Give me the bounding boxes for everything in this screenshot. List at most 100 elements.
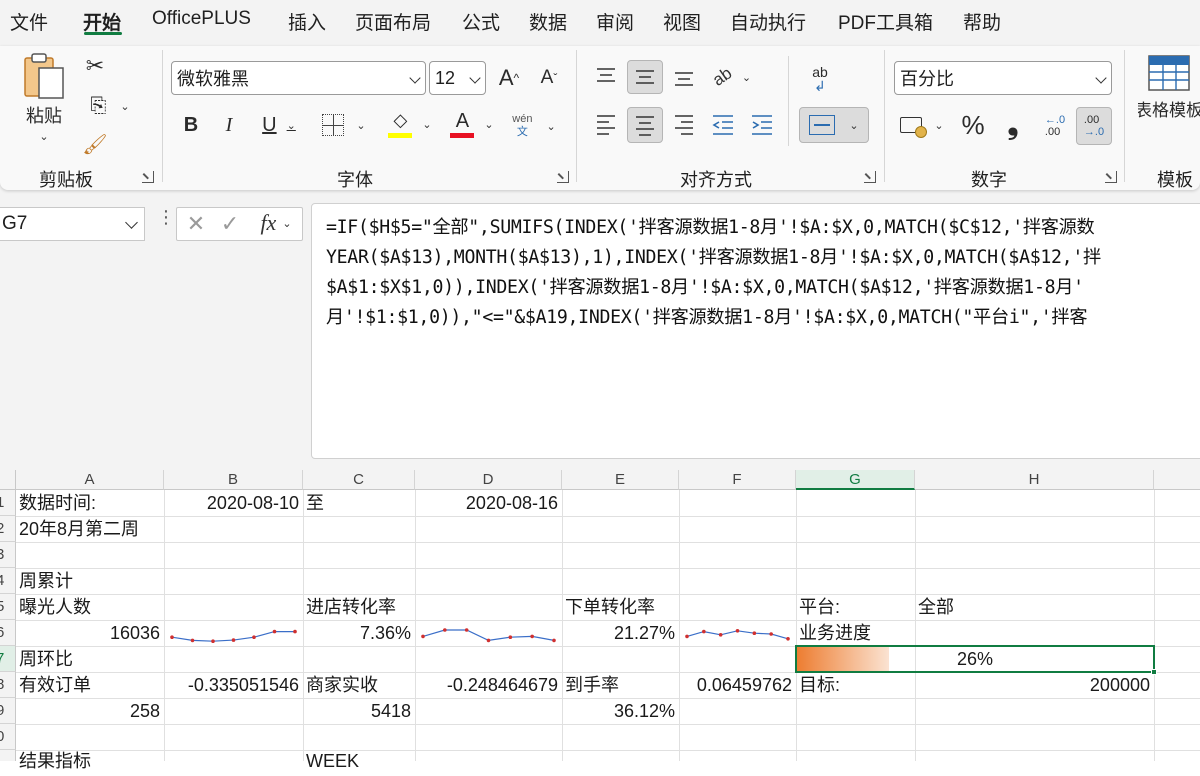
- name-box[interactable]: G7: [0, 207, 145, 241]
- cell-a5[interactable]: 曝光人数: [19, 594, 91, 620]
- row-header[interactable]: 5: [0, 594, 16, 620]
- cell-a9[interactable]: 258: [16, 698, 164, 724]
- row-header[interactable]: 6: [0, 620, 16, 646]
- cell-a4[interactable]: 周累计: [19, 568, 73, 594]
- align-top-button[interactable]: [590, 60, 622, 90]
- menu-automate[interactable]: 自动执行: [730, 8, 806, 35]
- cell-b1[interactable]: 2020-08-10: [164, 490, 303, 516]
- grow-font-button[interactable]: A ^: [494, 62, 524, 94]
- more-options-icon[interactable]: ⋮: [157, 208, 175, 226]
- column-header-e[interactable]: E: [562, 470, 679, 490]
- align-middle-button[interactable]: [627, 60, 663, 94]
- row-header[interactable]: 9: [0, 698, 16, 724]
- cell-c9[interactable]: 5418: [303, 698, 415, 724]
- cell-c11[interactable]: WEEK: [306, 750, 359, 776]
- menu-review[interactable]: 审阅: [596, 8, 634, 35]
- cut-button[interactable]: ✂: [82, 52, 108, 80]
- cell-d8[interactable]: -0.248464679: [415, 672, 562, 698]
- row-header[interactable]: 2: [0, 516, 16, 542]
- cell-a7[interactable]: 周环比: [19, 646, 73, 672]
- cell-e6[interactable]: 21.27%: [562, 620, 679, 646]
- cell-g8[interactable]: 目标:: [799, 672, 840, 698]
- cell-c6[interactable]: 7.36%: [303, 620, 415, 646]
- cell-h8[interactable]: 200000: [915, 672, 1154, 698]
- clipboard-launcher-icon[interactable]: [142, 171, 154, 183]
- row-header[interactable]: 0: [0, 724, 16, 750]
- decrease-decimal-button[interactable]: .00 →.0: [1076, 107, 1112, 145]
- menu-page-layout[interactable]: 页面布局: [355, 8, 431, 35]
- cell-d1[interactable]: 2020-08-16: [415, 490, 562, 516]
- align-left-button[interactable]: [590, 109, 622, 139]
- font-color-button[interactable]: A ⌄: [446, 108, 498, 140]
- alignment-launcher-icon[interactable]: [864, 171, 876, 183]
- cell-e8[interactable]: 到手率: [565, 672, 619, 698]
- phonetic-button[interactable]: wén 文 ⌄: [508, 108, 560, 144]
- percent-style-button[interactable]: %: [956, 108, 990, 142]
- align-right-button[interactable]: [667, 109, 701, 139]
- row-header[interactable]: 7: [0, 646, 16, 672]
- borders-button[interactable]: ⌄: [318, 111, 370, 139]
- insert-function-button[interactable]: fx ⌄: [252, 208, 300, 238]
- accounting-format-button[interactable]: ⌄: [896, 108, 948, 142]
- fill-handle[interactable]: [1151, 669, 1157, 675]
- column-header-i[interactable]: [1154, 470, 1200, 490]
- wrap-text-button[interactable]: ab ↲: [800, 60, 840, 98]
- row-header[interactable]: 8: [0, 672, 16, 698]
- cell-a2[interactable]: 20年8月第二周: [19, 516, 139, 542]
- column-header-g[interactable]: G: [796, 470, 915, 490]
- cancel-entry-button[interactable]: ✕: [182, 210, 210, 238]
- cell-h5[interactable]: 全部: [918, 594, 954, 620]
- decrease-indent-button[interactable]: [706, 109, 740, 139]
- row-header[interactable]: 4: [0, 568, 16, 594]
- orientation-button[interactable]: ab ⌄: [708, 62, 756, 92]
- row-header[interactable]: 1: [0, 490, 16, 516]
- increase-indent-button[interactable]: [745, 109, 779, 139]
- row-header[interactable]: 3: [0, 542, 16, 568]
- cell-c5[interactable]: 进店转化率: [306, 594, 396, 620]
- format-painter-button[interactable]: 🖌: [80, 130, 110, 158]
- cell-e9[interactable]: 36.12%: [562, 698, 679, 724]
- number-format-select[interactable]: 百分比: [894, 61, 1112, 95]
- menu-data[interactable]: 数据: [529, 8, 567, 35]
- cell-b8[interactable]: -0.335051546: [164, 672, 303, 698]
- paste-button[interactable]: 粘贴 ⌄: [20, 52, 68, 152]
- cell-g5[interactable]: 平台:: [799, 594, 840, 620]
- shrink-font-button[interactable]: Aˇ: [534, 62, 564, 94]
- align-center-button[interactable]: [627, 107, 663, 143]
- bold-button[interactable]: B: [178, 111, 204, 139]
- cell-a1[interactable]: 数据时间:: [19, 490, 96, 516]
- font-size-select[interactable]: 12: [429, 61, 486, 95]
- menu-help[interactable]: 帮助: [963, 8, 1001, 35]
- column-header-b[interactable]: B: [164, 470, 303, 490]
- menu-file[interactable]: 文件: [10, 8, 48, 35]
- italic-button[interactable]: I: [216, 111, 242, 139]
- cell-f8[interactable]: 0.06459762: [679, 672, 796, 698]
- cell-a8[interactable]: 有效订单: [19, 672, 91, 698]
- menu-formulas[interactable]: 公式: [462, 8, 500, 35]
- font-family-select[interactable]: 微软雅黑: [171, 61, 426, 95]
- cell-c1[interactable]: 至: [306, 490, 324, 516]
- cell-c8[interactable]: 商家实收: [306, 672, 378, 698]
- cell-e5[interactable]: 下单转化率: [565, 594, 655, 620]
- select-all-corner[interactable]: [0, 470, 16, 490]
- column-header-a[interactable]: A: [16, 470, 164, 490]
- table-template-button[interactable]: 表格模板: [1138, 52, 1200, 132]
- confirm-entry-button[interactable]: ✓: [216, 210, 244, 238]
- row-header[interactable]: [0, 750, 16, 761]
- menu-home[interactable]: 开始: [83, 8, 121, 35]
- menu-view[interactable]: 视图: [663, 8, 701, 35]
- cell-a6[interactable]: 16036: [16, 620, 164, 646]
- column-header-f[interactable]: F: [679, 470, 796, 490]
- comma-style-button[interactable]: ❟: [998, 108, 1028, 142]
- increase-decimal-button[interactable]: ←.0.00: [1038, 108, 1072, 144]
- cell-g6[interactable]: 业务进度: [799, 620, 871, 646]
- menu-officeplus[interactable]: OfficePLUS: [152, 8, 251, 30]
- column-header-h[interactable]: H: [915, 470, 1154, 490]
- font-launcher-icon[interactable]: [557, 171, 569, 183]
- column-header-c[interactable]: C: [303, 470, 415, 490]
- underline-button[interactable]: U ⌄: [254, 111, 304, 139]
- cell-a11[interactable]: 结果指标: [19, 750, 91, 776]
- menu-pdf-tools[interactable]: PDF工具箱: [838, 8, 933, 35]
- menu-insert[interactable]: 插入: [288, 8, 326, 35]
- copy-button[interactable]: ⎘ ⌄: [80, 92, 140, 120]
